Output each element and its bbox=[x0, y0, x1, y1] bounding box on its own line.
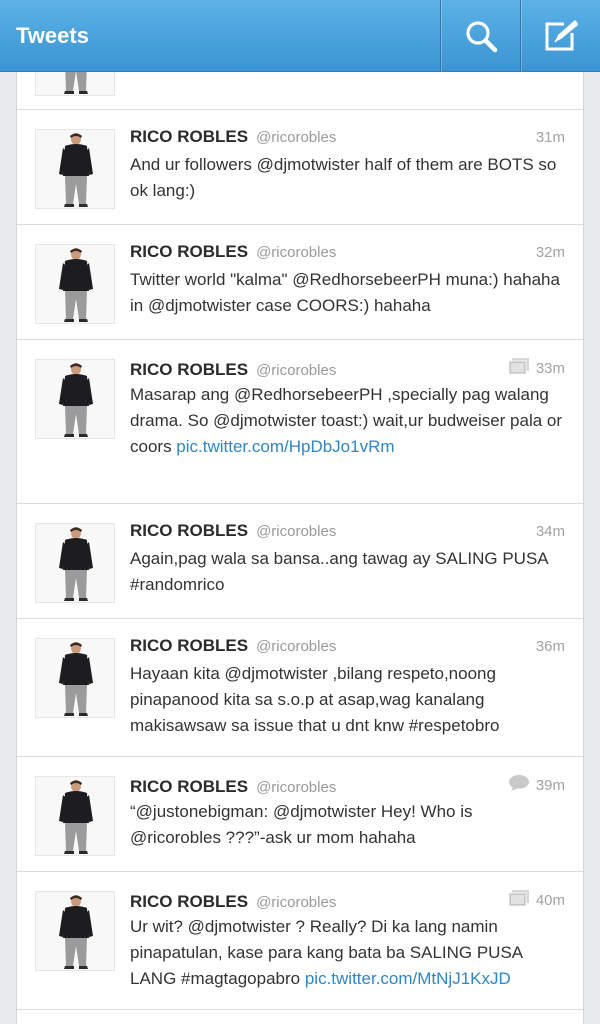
tweet-text: And ur followers @djmotwister half of th… bbox=[130, 152, 565, 204]
list-item-partial[interactable] bbox=[17, 72, 583, 110]
tweet-item[interactable]: RICO ROBLES @ricorobles 40m Ur wit? @djmotw… bbox=[17, 872, 583, 1010]
tweet-item[interactable]: RICO ROBLES @ricorobles 32m Twitter world "… bbox=[17, 225, 583, 340]
tweet-body: Hayaan kita @djmotwister ,bilang respeto… bbox=[130, 664, 500, 735]
tweet-item[interactable]: RICO ROBLES @ricorobles 39m “@justonebigman… bbox=[17, 757, 583, 872]
avatar[interactable] bbox=[35, 776, 115, 856]
tweet-body: Twitter world "kalma" @RedhorsebeerPH mu… bbox=[130, 270, 560, 315]
timestamp: 33m bbox=[535, 360, 565, 377]
user-handle: @ricorobles bbox=[256, 129, 337, 146]
tweet-item[interactable]: RICO ROBLES @ricorobles 33m Masarap ang @Re… bbox=[17, 340, 583, 504]
tweet-content: RICO ROBLES @ricorobles 33m Masarap ang @Re… bbox=[130, 357, 565, 460]
avatar[interactable] bbox=[35, 129, 115, 209]
tweet-text: Twitter world "kalma" @RedhorsebeerPH mu… bbox=[130, 267, 565, 319]
avatar[interactable] bbox=[35, 244, 115, 324]
conversation-icon bbox=[508, 774, 530, 797]
user-name[interactable]: RICO ROBLES bbox=[130, 360, 248, 380]
tweet-header: RICO ROBLES @ricorobles 39m bbox=[130, 774, 565, 798]
tweet-body: And ur followers @djmotwister half of th… bbox=[130, 155, 557, 200]
user-handle: @ricorobles bbox=[256, 894, 337, 911]
photo-icon bbox=[508, 889, 530, 912]
tweet-meta: 34m bbox=[536, 523, 565, 540]
tweet-content: RICO ROBLES @ricorobles 34m Again,pag wala … bbox=[130, 521, 565, 598]
user-handle: @ricorobles bbox=[256, 638, 337, 655]
tweet-item[interactable]: RICO ROBLES @ricorobles 31m And ur follower… bbox=[17, 110, 583, 225]
tweet-text: Hayaan kita @djmotwister ,bilang respeto… bbox=[130, 661, 565, 739]
user-name[interactable]: RICO ROBLES bbox=[130, 127, 248, 147]
photo-icon bbox=[508, 357, 530, 380]
compose-button[interactable] bbox=[520, 0, 600, 72]
tweet-header: RICO ROBLES @ricorobles 40m bbox=[130, 889, 565, 913]
user-handle: @ricorobles bbox=[256, 779, 337, 796]
user-name[interactable]: RICO ROBLES bbox=[130, 892, 248, 912]
tweet-timeline[interactable]: RICO ROBLES @ricorobles 31m And ur follower… bbox=[16, 72, 584, 1024]
tweet-list: RICO ROBLES @ricorobles 31m And ur follower… bbox=[17, 110, 583, 1010]
tweet-content: RICO ROBLES @ricorobles 36m Hayaan kita @dj… bbox=[130, 636, 565, 739]
tweet-content: RICO ROBLES @ricorobles 39m “@justonebigman… bbox=[130, 774, 565, 851]
tweet-meta: 39m bbox=[508, 774, 565, 797]
avatar[interactable] bbox=[35, 523, 115, 603]
tweet-content: RICO ROBLES @ricorobles 31m And ur follower… bbox=[130, 127, 565, 204]
timestamp: 36m bbox=[535, 638, 565, 655]
tweet-text: “@justonebigman: @djmotwister Hey! Who i… bbox=[130, 799, 565, 851]
avatar[interactable] bbox=[35, 891, 115, 971]
tweet-meta: 32m bbox=[536, 244, 565, 261]
avatar[interactable] bbox=[35, 72, 115, 96]
tweet-header: RICO ROBLES @ricorobles 36m bbox=[130, 636, 565, 660]
tweet-header: RICO ROBLES @ricorobles 33m bbox=[130, 357, 565, 381]
timestamp: 39m bbox=[535, 777, 565, 794]
timestamp: 31m bbox=[535, 129, 565, 146]
avatar[interactable] bbox=[35, 638, 115, 718]
action-bar: Tweets bbox=[0, 0, 600, 72]
page-title: Tweets bbox=[16, 22, 89, 48]
tweet-meta: 36m bbox=[536, 638, 565, 655]
user-handle: @ricorobles bbox=[256, 362, 337, 379]
tweet-meta: 33m bbox=[508, 357, 565, 380]
timestamp: 32m bbox=[535, 244, 565, 261]
avatar[interactable] bbox=[35, 359, 115, 439]
user-handle: @ricorobles bbox=[256, 244, 337, 261]
tweet-item[interactable]: RICO ROBLES @ricorobles 36m Hayaan kita @dj… bbox=[17, 619, 583, 757]
tweet-header: RICO ROBLES @ricorobles 31m bbox=[130, 127, 565, 151]
search-button[interactable] bbox=[440, 0, 520, 72]
tweet-text: Ur wit? @djmotwister ? Really? Di ka lan… bbox=[130, 914, 565, 992]
tweet-content: RICO ROBLES @ricorobles 32m Twitter world "… bbox=[130, 242, 565, 319]
tweet-item[interactable]: RICO ROBLES @ricorobles 34m Again,pag wala … bbox=[17, 504, 583, 619]
user-name[interactable]: RICO ROBLES bbox=[130, 242, 248, 262]
tweet-content: RICO ROBLES @ricorobles 40m Ur wit? @djmotw… bbox=[130, 889, 565, 992]
tweet-body: “@justonebigman: @djmotwister Hey! Who i… bbox=[130, 802, 473, 847]
tweet-link[interactable]: pic.twitter.com/HpDbJo1vRm bbox=[176, 437, 394, 456]
user-name[interactable]: RICO ROBLES bbox=[130, 636, 248, 656]
tweet-link[interactable]: pic.twitter.com/MtNjJ1KxJD bbox=[305, 969, 511, 988]
compose-icon bbox=[545, 19, 578, 50]
user-name[interactable]: RICO ROBLES bbox=[130, 777, 248, 797]
user-name[interactable]: RICO ROBLES bbox=[130, 521, 248, 541]
tweet-meta: 31m bbox=[536, 129, 565, 146]
tweet-text: Again,pag wala sa bansa..ang tawag ay SA… bbox=[130, 546, 565, 598]
tweet-text: Masarap ang @RedhorsebeerPH ,specially p… bbox=[130, 382, 565, 460]
timestamp: 40m bbox=[535, 892, 565, 909]
tweet-header: RICO ROBLES @ricorobles 32m bbox=[130, 242, 565, 266]
user-handle: @ricorobles bbox=[256, 523, 337, 540]
search-icon bbox=[465, 20, 497, 52]
timestamp: 34m bbox=[535, 523, 565, 540]
tweet-body: Again,pag wala sa bansa..ang tawag ay SA… bbox=[130, 549, 548, 594]
tweet-meta: 40m bbox=[508, 889, 565, 912]
tweet-header: RICO ROBLES @ricorobles 34m bbox=[130, 521, 565, 545]
